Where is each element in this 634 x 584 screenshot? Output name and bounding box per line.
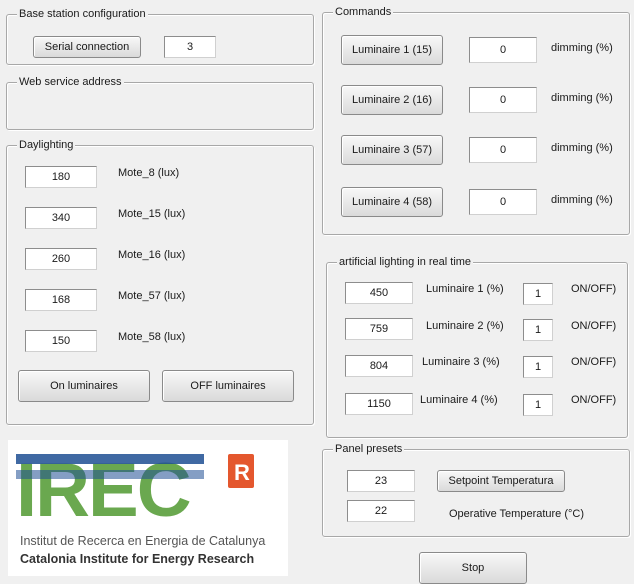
serial-connection-button[interactable]: Serial connection	[33, 36, 141, 58]
mote-label: Mote_16 (lux)	[118, 249, 186, 261]
dimming-4-label: dimming (%)	[551, 194, 613, 206]
luminaire-4-state-label: ON/OFF)	[571, 394, 617, 406]
dimming-1-label: dimming (%)	[551, 42, 613, 54]
web-service-title: Web service address	[17, 75, 124, 89]
luminaire-2-state-field[interactable]: 1	[523, 319, 553, 341]
serial-port-field[interactable]: 3	[164, 36, 216, 58]
luminaire-3-state-field[interactable]: 1	[523, 356, 553, 378]
luminaire-2-level-label: Luminaire 2 (%)	[426, 320, 504, 332]
artificial-lighting-title: artificial lighting in real time	[337, 255, 474, 269]
luminaire-3-level-field[interactable]: 804	[345, 355, 413, 377]
off-luminaires-button[interactable]: OFF luminaires	[162, 370, 294, 402]
base-station-title: Base station configuration	[17, 7, 148, 21]
mote-value-field[interactable]: 150	[25, 330, 97, 352]
svg-text:Institut de Recerca en Energia: Institut de Recerca en Energia de Catalu…	[20, 534, 265, 548]
luminaire-4-button[interactable]: Luminaire 4 (58)	[341, 187, 443, 217]
luminaire-4-state-field[interactable]: 1	[523, 394, 553, 416]
mote-value-field[interactable]: 260	[25, 248, 97, 270]
dimming-3-field[interactable]: 0	[469, 137, 537, 163]
luminaire-1-level-label: Luminaire 1 (%)	[426, 283, 504, 295]
luminaire-2-button[interactable]: Luminaire 2 (16)	[341, 85, 443, 115]
setpoint-temperatura-button[interactable]: Setpoint Temperatura	[437, 470, 565, 492]
luminaire-4-level-field[interactable]: 1150	[345, 393, 413, 415]
dimming-2-field[interactable]: 0	[469, 87, 537, 113]
dimming-4-field[interactable]: 0	[469, 189, 537, 215]
svg-text:R: R	[234, 460, 250, 485]
luminaire-2-level-field[interactable]: 759	[345, 318, 413, 340]
stop-button[interactable]: Stop	[419, 552, 527, 584]
dimming-2-label: dimming (%)	[551, 92, 613, 104]
luminaire-1-state-label: ON/OFF)	[571, 283, 617, 295]
web-service-panel: Web service address	[6, 75, 314, 130]
luminaire-1-level-field[interactable]: 450	[345, 282, 413, 304]
artificial-lighting-panel: artificial lighting in real time 450 Lum…	[326, 255, 628, 438]
mote-label: Mote_58 (lux)	[118, 331, 186, 343]
panel-presets-title: Panel presets	[333, 442, 405, 456]
svg-text:Catalonia Institute for Energy: Catalonia Institute for Energy Research	[20, 552, 254, 566]
setpoint-field[interactable]: 23	[347, 470, 415, 492]
mote-label: Mote_15 (lux)	[118, 208, 186, 220]
operative-temperature-label: Operative Temperature (°C)	[449, 508, 585, 520]
daylighting-title: Daylighting	[17, 138, 76, 152]
luminaire-4-level-label: Luminaire 4 (%)	[420, 394, 498, 406]
luminaire-1-button[interactable]: Luminaire 1 (15)	[341, 35, 443, 65]
mote-value-field[interactable]: 168	[25, 289, 97, 311]
luminaire-3-state-label: ON/OFF)	[571, 356, 617, 368]
luminaire-3-level-label: Luminaire 3 (%)	[422, 356, 500, 368]
irec-logo-graphic: IREC R Institut de Recerca en Energia de…	[8, 440, 288, 576]
mote-value-field[interactable]: 340	[25, 207, 97, 229]
commands-title: Commands	[333, 5, 394, 19]
mote-label: Mote_57 (lux)	[118, 290, 186, 302]
luminaire-1-state-field[interactable]: 1	[523, 283, 553, 305]
mote-value-field[interactable]: 180	[25, 166, 97, 188]
operative-temperature-field[interactable]: 22	[347, 500, 415, 522]
luminaire-3-button[interactable]: Luminaire 3 (57)	[341, 135, 443, 165]
irec-logo: IREC R Institut de Recerca en Energia de…	[8, 440, 288, 576]
commands-panel: Commands Luminaire 1 (15) 0 dimming (%) …	[322, 5, 630, 235]
luminaire-2-state-label: ON/OFF)	[571, 320, 617, 332]
dimming-1-field[interactable]: 0	[469, 37, 537, 63]
daylighting-panel: Daylighting 180 Mote_8 (lux) 340 Mote_15…	[6, 138, 314, 425]
dimming-3-label: dimming (%)	[551, 142, 613, 154]
mote-label: Mote_8 (lux)	[118, 167, 180, 179]
panel-presets-panel: Panel presets 23 Setpoint Temperatura 22…	[322, 442, 630, 537]
on-luminaires-button[interactable]: On luminaires	[18, 370, 150, 402]
base-station-panel: Base station configuration Serial connec…	[6, 7, 314, 65]
